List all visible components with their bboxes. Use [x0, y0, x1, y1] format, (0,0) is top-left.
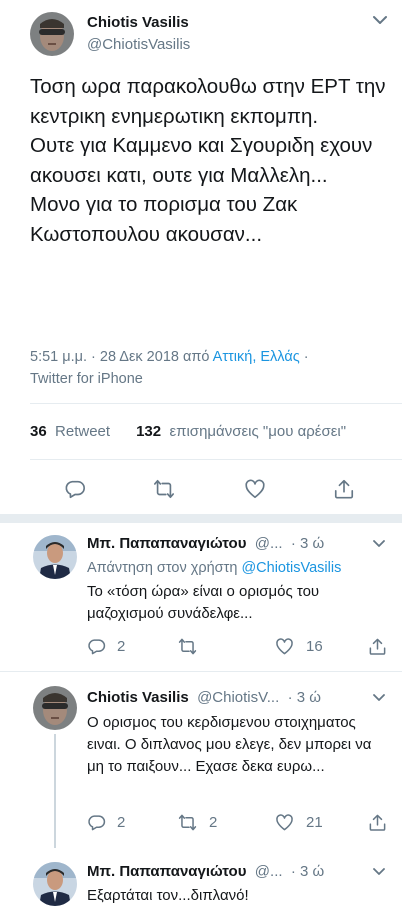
retweet-icon[interactable]	[178, 813, 197, 832]
reply-actions: 2 2 21	[87, 813, 397, 833]
replying-to-handle[interactable]: @ChiotisVasilis	[241, 560, 341, 576]
likes-label: επισημάνσεις "μου αρέσει"	[169, 423, 347, 440]
chevron-down-icon[interactable]	[372, 693, 386, 703]
reply-author-name[interactable]: Chiotis Vasilis	[87, 689, 189, 706]
reply-author-handle[interactable]: @...	[255, 535, 283, 552]
avatar[interactable]	[33, 862, 77, 906]
chevron-down-icon[interactable]	[372, 539, 386, 549]
reply-text: Το «τόση ώρα» είναι ο ορισμός του μαζοχι…	[87, 583, 324, 622]
reply-tweet[interactable]: Chiotis Vasilis @ChiotisV... · 3 ώ Ο ορι…	[0, 672, 402, 850]
reply-text: Εξαρτάται τον...διπλανό!	[87, 887, 249, 904]
reply-count: 2	[117, 814, 126, 831]
replying-to: Απάντηση στον χρήστη @ChiotisVasilis	[87, 557, 341, 579]
like-count: 21	[306, 814, 323, 831]
divider	[30, 459, 402, 460]
reply-header: Μπ. Παπαπαναγιώτου @... · 3 ώ	[87, 863, 324, 880]
author-handle[interactable]: @ChiotisVasilis	[87, 36, 190, 53]
tweet-location[interactable]: Αττική, Ελλάς	[213, 349, 300, 365]
chevron-down-icon[interactable]	[372, 867, 386, 877]
likes-stat[interactable]: 132 επισημάνσεις "μου αρέσει"	[136, 423, 346, 440]
reply-tweet[interactable]: Μπ. Παπαπαναγιώτου @... · 3 ώ Εξαρτάται …	[0, 850, 402, 922]
reply-icon[interactable]	[87, 637, 106, 656]
tweet-source[interactable]: Twitter for iPhone	[30, 371, 143, 387]
reply-actions: 2 16	[87, 637, 397, 657]
meta-separator: ·	[299, 349, 309, 365]
heart-icon[interactable]	[275, 813, 294, 832]
author-name[interactable]: Chiotis Vasilis	[87, 14, 189, 31]
reply-header: Chiotis Vasilis @ChiotisV... · 3 ώ	[87, 689, 321, 706]
reply-time[interactable]: · 3 ώ	[288, 689, 321, 706]
tweet-stats: 36 Retweet 132 επισημάνσεις "μου αρέσει"	[30, 423, 346, 440]
share-icon[interactable]	[333, 478, 355, 500]
tweet-meta: 5:51 μ.μ. · 28 Δεκ 2018 από Αττική, Ελλά…	[30, 346, 400, 390]
thread-line	[54, 734, 56, 848]
like-count: 16	[306, 638, 323, 655]
reply-count: 2	[117, 638, 126, 655]
tweet-text: Τοση ωρα παρακολουθω στην ΕΡΤ την κεντρι…	[30, 75, 386, 246]
divider	[30, 403, 402, 404]
reply-author-handle[interactable]: @ChiotisV...	[197, 689, 279, 706]
avatar[interactable]	[33, 535, 77, 579]
tweet-actions	[0, 478, 402, 502]
reply-author-name[interactable]: Μπ. Παπαπαναγιώτου	[87, 863, 246, 880]
reply-icon[interactable]	[87, 813, 106, 832]
section-separator	[0, 514, 402, 523]
heart-icon[interactable]	[244, 478, 266, 500]
retweets-count: 36	[30, 423, 47, 440]
reply-author-name[interactable]: Μπ. Παπαπαναγιώτου	[87, 535, 246, 552]
reply-header: Μπ. Παπαπαναγιώτου @... · 3 ώ	[87, 535, 324, 552]
chevron-down-icon[interactable]	[372, 14, 388, 26]
avatar[interactable]	[30, 12, 74, 56]
reply-author-handle[interactable]: @...	[255, 863, 283, 880]
retweet-icon[interactable]	[153, 478, 175, 500]
reply-time[interactable]: · 3 ώ	[291, 863, 324, 880]
reply-tweet[interactable]: Μπ. Παπαπαναγιώτου @... · 3 ώ Απάντηση σ…	[0, 523, 402, 670]
replying-to-label: Απάντηση στον χρήστη	[87, 560, 242, 576]
likes-count: 132	[136, 423, 162, 440]
reply-icon[interactable]	[64, 478, 86, 500]
retweets-label: Retweet	[55, 423, 111, 440]
retweet-icon[interactable]	[178, 637, 197, 656]
reply-text: Ο ορισμος του κερδισμενου στοιχηματος ει…	[87, 714, 376, 775]
share-icon[interactable]	[368, 813, 387, 832]
heart-icon[interactable]	[275, 637, 294, 656]
retweets-stat[interactable]: 36 Retweet	[30, 423, 110, 440]
reply-time[interactable]: · 3 ώ	[291, 535, 324, 552]
share-icon[interactable]	[368, 637, 387, 656]
tweet-timestamp[interactable]: 5:51 μ.μ. · 28 Δεκ 2018 από	[30, 349, 213, 365]
retweet-count: 2	[209, 814, 218, 831]
avatar[interactable]	[33, 686, 77, 730]
